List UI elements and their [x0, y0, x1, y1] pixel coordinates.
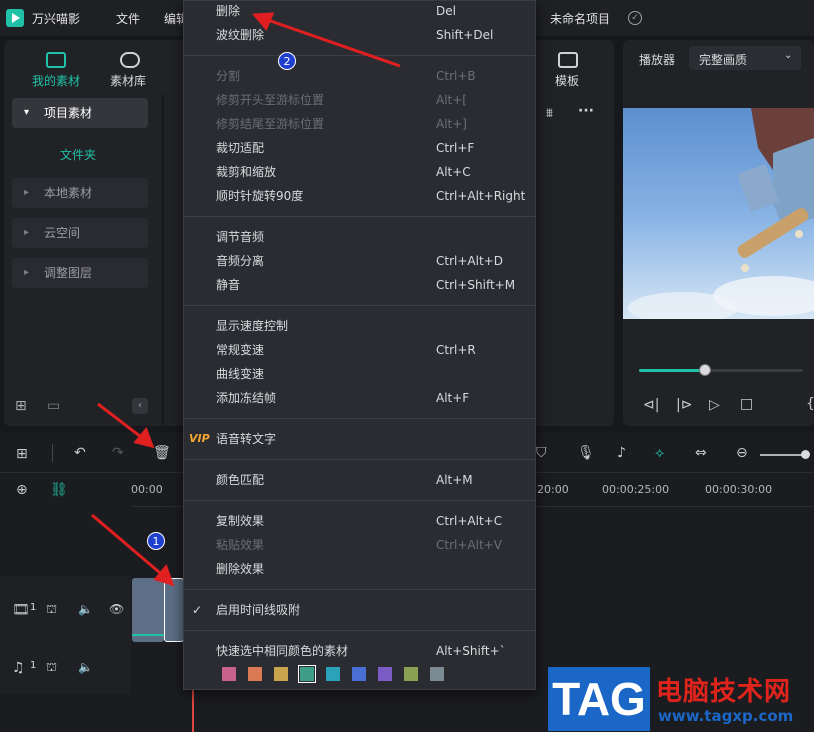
watermark-site-name: 电脑技术网 — [656, 677, 792, 707]
annotation-arrowhead-1 — [153, 564, 175, 587]
annotation-layer — [91, 12, 401, 587]
watermark-url: www.tagxp.com — [658, 707, 794, 725]
watermark: TAG 电脑技术网 www.tagxp.com — [548, 665, 814, 732]
badge-2: 2 — [278, 52, 296, 70]
watermark-tag: TAG — [548, 667, 650, 731]
annotation-arrow-top — [97, 402, 146, 442]
annotation-arrowhead-top — [133, 427, 155, 449]
annotation-arrowhead-2 — [251, 12, 275, 31]
badge-1: 1 — [147, 532, 165, 550]
